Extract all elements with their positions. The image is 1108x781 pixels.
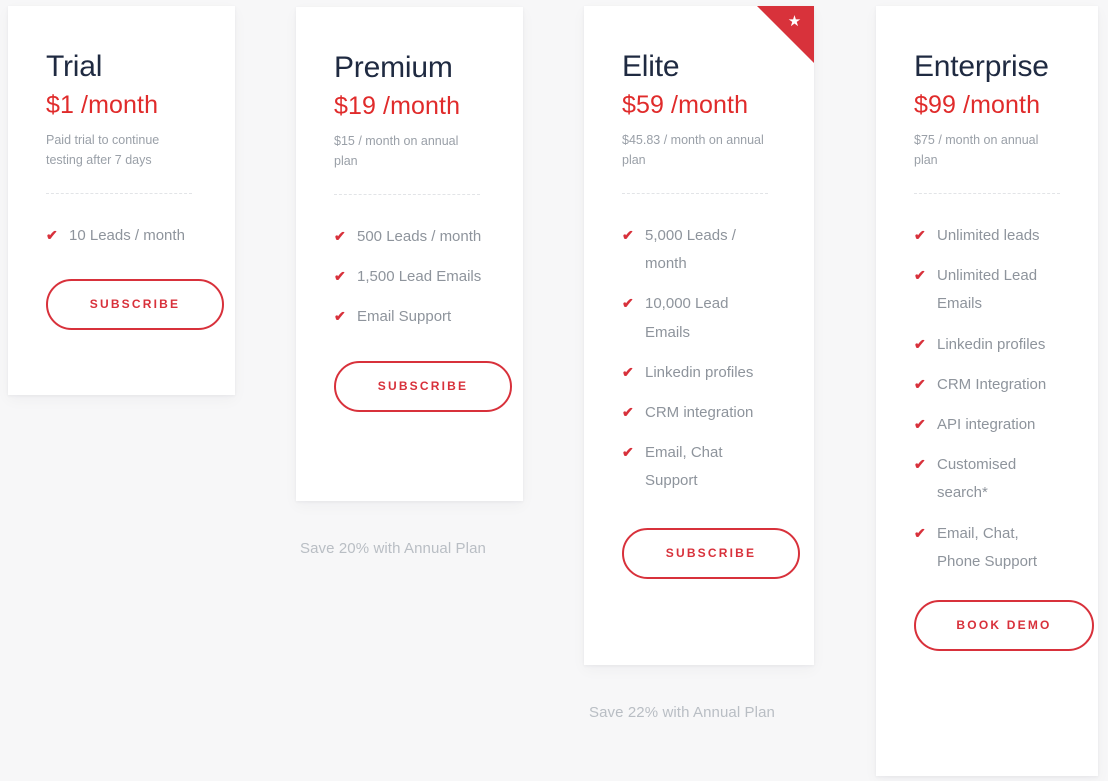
card-body: Elite $59 /month $45.83 / month on annua… bbox=[584, 6, 814, 665]
plan-price: $99 /month bbox=[914, 91, 1041, 119]
check-icon: ✔ bbox=[334, 308, 346, 325]
divider bbox=[914, 193, 1060, 194]
plan-title: Trial bbox=[46, 50, 103, 83]
feature-item: ✔ 1,500 Lead Emails bbox=[334, 263, 485, 291]
pricing-card-elite: ★ Elite $59 /month $45.83 / month on ann… bbox=[584, 6, 814, 665]
feature-item: ✔ Unlimited leads bbox=[914, 222, 1064, 250]
feature-item: ✔ 500 Leads / month bbox=[334, 223, 485, 251]
card-body: Trial $1 /month Paid trial to continue t… bbox=[8, 6, 235, 395]
feature-list: ✔ 5,000 Leads / month ✔ 10,000 Lead Emai… bbox=[622, 222, 776, 496]
feature-item: ✔ 10,000 Lead Emails bbox=[622, 290, 776, 346]
check-icon: ✔ bbox=[622, 363, 634, 380]
feature-label: Email, Chat, Phone Support bbox=[937, 524, 1038, 570]
check-icon: ✔ bbox=[914, 335, 926, 352]
check-icon: ✔ bbox=[334, 268, 346, 285]
plan-price: $59 /month bbox=[622, 91, 749, 119]
feature-item: ✔ 5,000 Leads / month bbox=[622, 222, 776, 278]
feature-label: API integration bbox=[937, 415, 1036, 433]
plan-note: Paid trial to continue testing after 7 d… bbox=[46, 132, 160, 168]
feature-item: ✔ 10 Leads / month bbox=[46, 222, 197, 250]
feature-label: Unlimited Lead Emails bbox=[937, 267, 1038, 313]
check-icon: ✔ bbox=[914, 415, 926, 432]
subscribe-button[interactable]: SUBSCRIBE bbox=[334, 360, 512, 412]
check-icon: ✔ bbox=[46, 227, 58, 243]
plan-note: $75 / month on annual plan bbox=[914, 132, 1039, 168]
divider bbox=[334, 194, 480, 195]
feature-label: Linkedin profiles bbox=[937, 335, 1046, 353]
feature-item: ✔ Linkedin profiles bbox=[622, 359, 776, 387]
annual-savings-note-elite: Save 22% with Annual Plan bbox=[589, 704, 775, 721]
feature-list: ✔ 10 Leads / month bbox=[46, 222, 197, 250]
annual-savings-note-premium: Save 20% with Annual Plan bbox=[300, 540, 486, 557]
feature-label: CRM integration bbox=[645, 403, 754, 421]
feature-item: ✔ CRM Integration bbox=[914, 371, 1064, 399]
feature-item: ✔ API integration bbox=[914, 411, 1064, 439]
check-icon: ✔ bbox=[914, 456, 926, 473]
feature-label: 1,500 Lead Emails bbox=[357, 268, 482, 286]
feature-label: Email Support bbox=[357, 308, 452, 326]
feature-label: CRM Integration bbox=[937, 375, 1047, 393]
feature-list: ✔ 500 Leads / month ✔ 1,500 Lead Emails … bbox=[334, 223, 485, 332]
plan-title: Elite bbox=[622, 50, 680, 83]
feature-label: Customised search* bbox=[937, 456, 1017, 502]
card-body: Enterprise $99 /month $75 / month on ann… bbox=[876, 6, 1098, 776]
pricing-page: Trial $1 /month Paid trial to continue t… bbox=[0, 0, 1108, 781]
feature-item: ✔ Email, Chat, Phone Support bbox=[914, 520, 1064, 576]
check-icon: ✔ bbox=[914, 524, 926, 541]
check-icon: ✔ bbox=[622, 444, 634, 461]
check-icon: ✔ bbox=[622, 403, 634, 420]
feature-label: 5,000 Leads / month bbox=[645, 227, 736, 273]
pricing-card-premium: Premium $19 /month $15 / month on annual… bbox=[296, 7, 523, 501]
book-demo-button[interactable]: BOOK DEMO bbox=[914, 599, 1094, 651]
check-icon: ✔ bbox=[622, 295, 634, 312]
check-icon: ✔ bbox=[914, 227, 926, 243]
plan-note: $45.83 / month on annual plan bbox=[622, 132, 764, 168]
check-icon: ✔ bbox=[914, 267, 926, 284]
card-body: Premium $19 /month $15 / month on annual… bbox=[296, 7, 523, 501]
plan-title: Enterprise bbox=[914, 50, 1049, 83]
feature-item: ✔ Linkedin profiles bbox=[914, 331, 1064, 359]
divider bbox=[46, 193, 192, 194]
feature-label: Email, Chat Support bbox=[645, 444, 723, 490]
pricing-card-enterprise: Enterprise $99 /month $75 / month on ann… bbox=[876, 6, 1098, 776]
plan-note: $15 / month on annual plan bbox=[334, 133, 459, 169]
check-icon: ✔ bbox=[914, 375, 926, 392]
feature-label: 10 Leads / month bbox=[69, 227, 185, 244]
subscribe-button[interactable]: SUBSCRIBE bbox=[622, 527, 800, 579]
feature-item: ✔ Customised search* bbox=[914, 451, 1064, 507]
feature-label: 500 Leads / month bbox=[357, 228, 482, 245]
plan-title: Premium bbox=[334, 51, 453, 84]
feature-item: ✔ CRM integration bbox=[622, 399, 776, 427]
feature-label: Linkedin profiles bbox=[645, 363, 754, 381]
feature-label: 10,000 Lead Emails bbox=[645, 295, 729, 341]
check-icon: ✔ bbox=[334, 228, 346, 244]
feature-list: ✔ Unlimited leads ✔ Unlimited Lead Email… bbox=[914, 222, 1064, 576]
check-icon: ✔ bbox=[622, 227, 634, 243]
plan-price: $1 /month bbox=[46, 91, 159, 119]
feature-label: Unlimited leads bbox=[937, 227, 1040, 244]
divider bbox=[622, 193, 768, 194]
subscribe-button[interactable]: SUBSCRIBE bbox=[46, 279, 224, 331]
pricing-card-trial: Trial $1 /month Paid trial to continue t… bbox=[8, 6, 235, 395]
feature-item: ✔ Unlimited Lead Emails bbox=[914, 262, 1064, 318]
feature-item: ✔ Email Support bbox=[334, 303, 485, 331]
plan-price: $19 /month bbox=[334, 92, 461, 120]
feature-item: ✔ Email, Chat Support bbox=[622, 439, 776, 495]
